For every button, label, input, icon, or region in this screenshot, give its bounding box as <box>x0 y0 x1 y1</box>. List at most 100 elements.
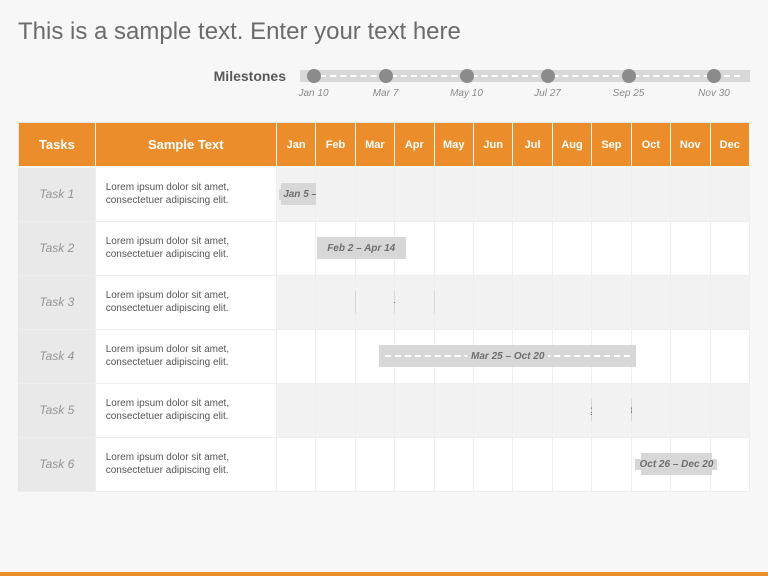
milestone-date: Jan 10 <box>298 88 328 99</box>
task-desc: Lorem ipsum dolor sit amet, consectetuer… <box>95 329 276 383</box>
month-cell <box>395 329 434 383</box>
month-cell <box>434 167 473 221</box>
footer-accent <box>0 572 768 576</box>
month-cell <box>355 437 394 491</box>
month-cell <box>710 167 750 221</box>
col-header-month: Mar <box>355 123 394 168</box>
month-cell <box>513 329 552 383</box>
milestone-date: Sep 25 <box>613 88 645 99</box>
col-header-month: Oct <box>631 123 670 168</box>
month-cell <box>552 275 591 329</box>
month-cell <box>592 437 631 491</box>
month-cell <box>395 167 434 221</box>
task-name: Task 3 <box>19 275 96 329</box>
month-cell: Mar 25 – Oct 20 <box>276 329 315 383</box>
milestones-row: Milestones Jan 10Mar 7May 10Jul 27Sep 25… <box>130 68 750 84</box>
milestone-dot <box>707 69 721 83</box>
month-cell <box>434 437 473 491</box>
month-cell <box>513 383 552 437</box>
month-cell <box>552 221 591 275</box>
milestone-date: Mar 7 <box>373 88 399 99</box>
month-cell <box>552 167 591 221</box>
month-cell <box>434 329 473 383</box>
milestone-dot <box>460 69 474 83</box>
month-cell <box>592 329 631 383</box>
gantt-table: Tasks Sample Text JanFebMarAprMayJunJulA… <box>18 122 750 492</box>
month-cell <box>316 167 355 221</box>
month-cell <box>671 275 710 329</box>
month-cell <box>631 383 670 437</box>
task-name: Task 4 <box>19 329 96 383</box>
month-cell <box>355 275 394 329</box>
month-cell <box>592 167 631 221</box>
milestone-date: Nov 30 <box>698 88 730 99</box>
month-cell <box>671 329 710 383</box>
table-row: Task 4Lorem ipsum dolor sit amet, consec… <box>19 329 750 383</box>
month-cell <box>552 329 591 383</box>
month-cell <box>473 221 512 275</box>
month-cell <box>316 329 355 383</box>
month-cell <box>355 167 394 221</box>
month-cell: Aug 22 – Nov 15 <box>276 383 315 437</box>
task-desc: Lorem ipsum dolor sit amet, consectetuer… <box>95 383 276 437</box>
milestone-dot <box>379 69 393 83</box>
col-header-month: Sep <box>592 123 631 168</box>
col-header-month: Jul <box>513 123 552 168</box>
month-cell <box>355 221 394 275</box>
month-cell <box>513 221 552 275</box>
milestone-date: Jul 27 <box>534 88 561 99</box>
task-name: Task 5 <box>19 383 96 437</box>
month-cell <box>355 383 394 437</box>
month-cell <box>710 221 750 275</box>
month-cell <box>710 383 750 437</box>
milestone-date: May 10 <box>450 88 483 99</box>
month-cell <box>631 167 670 221</box>
col-header-month: Nov <box>671 123 710 168</box>
col-header-month: Apr <box>395 123 434 168</box>
milestone-dot <box>622 69 636 83</box>
month-cell <box>710 329 750 383</box>
month-cell <box>513 275 552 329</box>
table-row: Task 3Lorem ipsum dolor sit amet, consec… <box>19 275 750 329</box>
month-cell <box>710 275 750 329</box>
month-cell <box>671 167 710 221</box>
milestone-dot <box>541 69 555 83</box>
month-cell <box>631 221 670 275</box>
month-cell <box>395 221 434 275</box>
month-cell <box>631 275 670 329</box>
month-cell <box>473 167 512 221</box>
month-cell: Feb 2 – Apr 14 <box>276 221 315 275</box>
month-cell <box>631 437 670 491</box>
col-header-desc: Sample Text <box>95 123 276 168</box>
milestones-label: Milestones <box>130 68 300 84</box>
month-cell <box>395 275 434 329</box>
table-row: Task 5Lorem ipsum dolor sit amet, consec… <box>19 383 750 437</box>
month-cell <box>473 329 512 383</box>
month-cell <box>552 437 591 491</box>
month-cell <box>316 275 355 329</box>
task-name: Task 1 <box>19 167 96 221</box>
task-desc: Lorem ipsum dolor sit amet, consectetuer… <box>95 437 276 491</box>
month-cell <box>671 221 710 275</box>
col-header-month: May <box>434 123 473 168</box>
month-cell: Mar 2 – May 14 <box>276 275 315 329</box>
table-row: Task 6Lorem ipsum dolor sit amet, consec… <box>19 437 750 491</box>
month-cell <box>355 329 394 383</box>
month-cell <box>513 437 552 491</box>
task-name: Task 6 <box>19 437 96 491</box>
col-header-month: Jan <box>276 123 315 168</box>
col-header-tasks: Tasks <box>19 123 96 168</box>
col-header-month: Aug <box>552 123 591 168</box>
task-desc: Lorem ipsum dolor sit amet, consectetuer… <box>95 221 276 275</box>
table-row: Task 2Lorem ipsum dolor sit amet, consec… <box>19 221 750 275</box>
month-cell <box>513 167 552 221</box>
month-cell: Jan 5 – Mar 1 <box>276 167 315 221</box>
page-title: This is a sample text. Enter your text h… <box>18 18 750 46</box>
month-cell <box>710 437 750 491</box>
month-cell <box>552 383 591 437</box>
month-cell <box>473 437 512 491</box>
month-cell <box>631 329 670 383</box>
month-cell <box>316 221 355 275</box>
task-name: Task 2 <box>19 221 96 275</box>
month-cell <box>473 275 512 329</box>
